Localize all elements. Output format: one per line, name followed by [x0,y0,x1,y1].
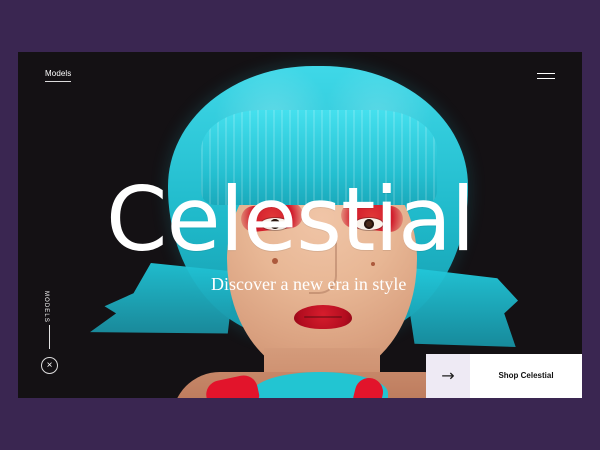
shop-label-box: Shop Celestial [470,354,582,398]
arrow-right-icon: → [441,366,455,385]
shop-arrow-box: → [426,354,470,398]
hero-title: Celestial [106,168,475,271]
shop-celestial-button[interactable]: → Shop Celestial [426,354,582,398]
models-link[interactable]: Models [45,70,72,82]
vertical-divider [49,325,50,349]
vertical-models-label: MODELS [43,291,49,323]
menu-line-bottom [537,78,555,79]
menu-line-top [537,73,555,74]
menu-icon[interactable] [537,71,555,81]
hero-subtitle: Discover a new era in style [211,274,407,294]
site-frame: Models Celestial Discover a new era in s… [18,52,582,398]
close-icon[interactable]: × [41,357,58,374]
shop-celestial-label: Shop Celestial [498,371,554,380]
hair-right-fringe [403,267,518,347]
lips [294,305,352,329]
